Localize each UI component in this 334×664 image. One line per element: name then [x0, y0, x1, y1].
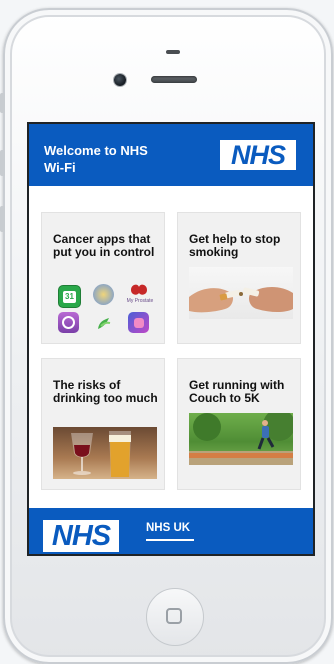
card-title: Cancer apps that put you in control — [53, 232, 155, 259]
leaf-app-icon — [93, 312, 114, 333]
mute-switch — [0, 93, 5, 113]
nhs-uk-link[interactable]: NHS UK — [146, 522, 190, 534]
top-dot — [166, 50, 180, 54]
volume-up-button — [0, 150, 5, 176]
card-stop-smoking[interactable]: Get help to stop smoking — [177, 212, 301, 344]
calendar-app-icon: 31 — [58, 285, 81, 308]
footer-nhs-logo[interactable]: NHS — [43, 520, 119, 552]
header-bar: Welcome to NHS Wi-Fi NHS — [29, 124, 313, 186]
breaking-cigarette-image — [189, 267, 293, 319]
welcome-title: Welcome to NHS Wi-Fi — [44, 143, 148, 175]
app-icons-grid: 31 My Prostate — [55, 283, 157, 337]
prostate-app-icon: My Prostate — [125, 283, 153, 307]
front-camera-icon — [114, 74, 126, 86]
card-title: Get running with Couch to 5K — [189, 378, 285, 405]
nhs-logo-text: NHS — [230, 140, 286, 170]
card-drinking-risks[interactable]: The risks of drinking too much — [41, 358, 165, 490]
volume-down-button — [0, 206, 5, 232]
runner-in-park-image — [189, 413, 293, 465]
home-square-icon — [166, 608, 182, 624]
ring-app-icon — [58, 312, 79, 333]
content-area: Cancer apps that put you in control 31 M… — [29, 186, 313, 508]
purple-app-icon — [128, 312, 149, 333]
footer-bar: NHS NHS UK — [29, 508, 313, 554]
speaker-grille — [151, 76, 197, 83]
calendar-day-label: 31 — [63, 290, 76, 303]
phone-screen: Welcome to NHS Wi-Fi NHS Cancer apps tha… — [27, 122, 315, 556]
prostate-app-label: My Prostate — [126, 298, 154, 304]
card-cancer-apps[interactable]: Cancer apps that put you in control 31 M… — [41, 212, 165, 344]
card-title: Get help to stop smoking — [189, 232, 281, 259]
link-underline — [146, 539, 194, 541]
nhs-logo[interactable]: NHS — [220, 140, 296, 170]
globe-app-icon — [93, 284, 114, 305]
card-title: The risks of drinking too much — [53, 378, 158, 405]
wine-and-beer-image — [53, 427, 157, 479]
home-button[interactable] — [146, 588, 204, 646]
footer-nhs-logo-text: NHS — [51, 520, 111, 552]
card-couch-to-5k[interactable]: Get running with Couch to 5K — [177, 358, 301, 490]
